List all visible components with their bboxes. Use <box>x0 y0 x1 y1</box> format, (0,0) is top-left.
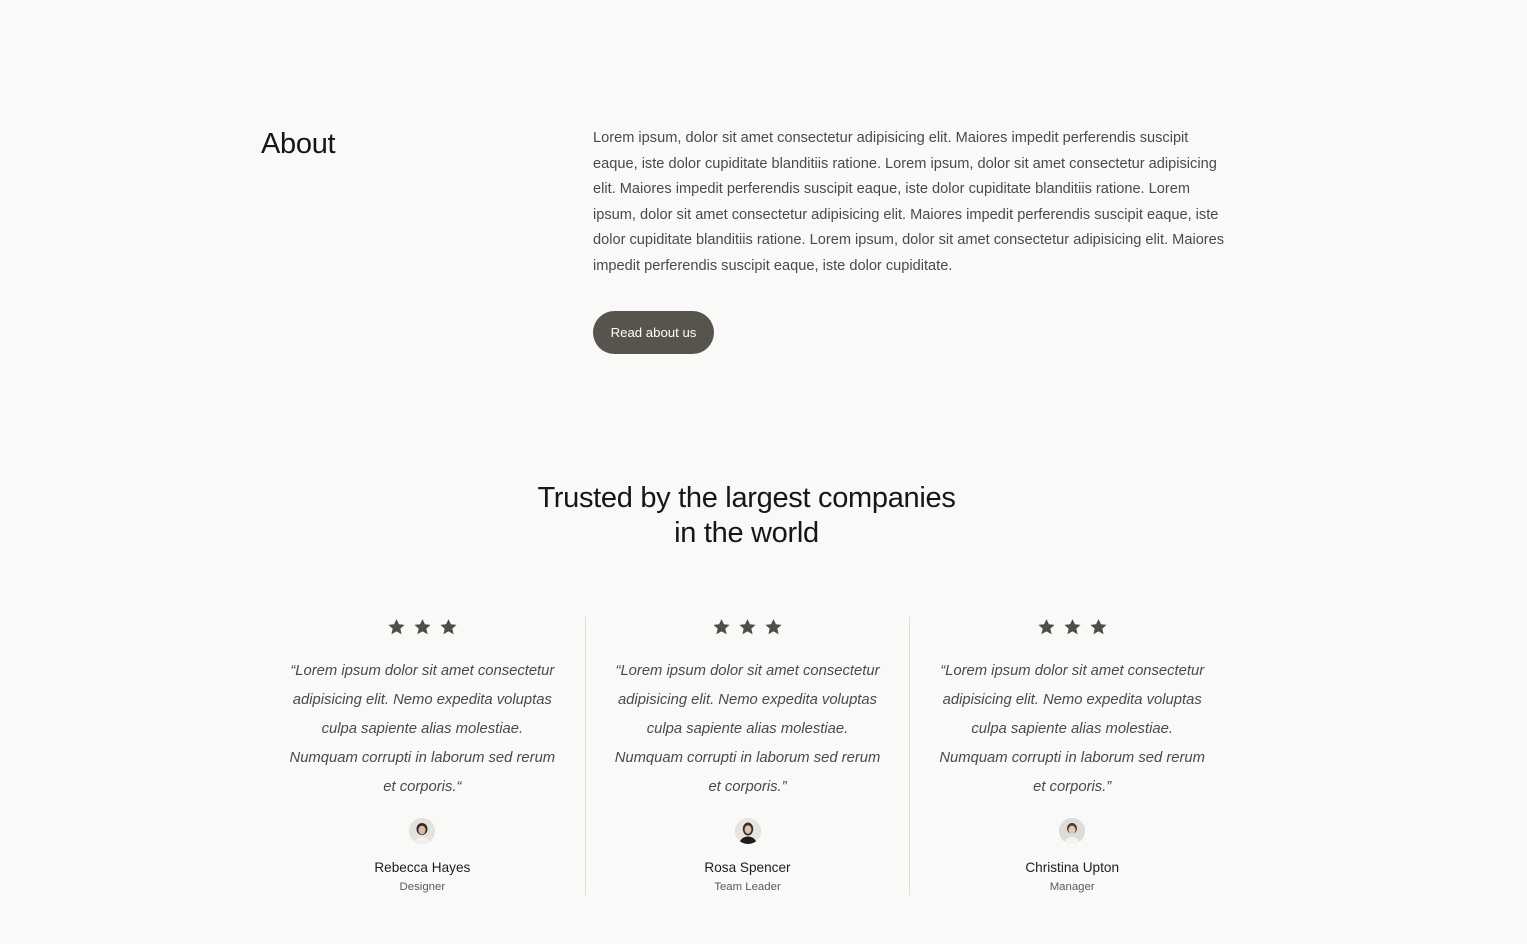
trusted-title-line-1: Trusted by the largest companies <box>537 482 956 514</box>
about-text: Lorem ipsum, dolor sit amet consectetur … <box>593 130 1225 274</box>
testimonials: “Lorem ipsum dolor sit amet consectetur … <box>260 617 1234 895</box>
testimonial-quote: “Lorem ipsum dolor sit amet consectetur … <box>289 663 556 795</box>
star-icon <box>765 619 782 635</box>
testimonial-name: Rosa Spencer <box>704 860 791 875</box>
testimonial-role: Manager <box>1049 881 1095 893</box>
star-icon <box>414 619 431 635</box>
star-rating <box>260 617 585 637</box>
avatar <box>734 818 761 844</box>
testimonial-card: “Lorem ipsum dolor sit amet consectetur … <box>260 617 585 895</box>
about-title: About <box>261 128 336 160</box>
avatar-icon <box>734 818 761 844</box>
trusted-title: Trusted by the largest companies in the … <box>0 481 1493 551</box>
testimonial-role: Team Leader <box>714 881 781 893</box>
star-icon <box>739 619 756 635</box>
testimonial-quote: “Lorem ipsum dolor sit amet consectetur … <box>939 663 1205 795</box>
star-icon <box>713 619 730 635</box>
trusted-title-line-2: in the world <box>674 517 819 549</box>
read-about-us-button[interactable]: Read about us <box>593 311 714 354</box>
star-icon <box>388 619 405 635</box>
testimonial-card: “Lorem ipsum dolor sit amet consectetur … <box>584 617 910 895</box>
star-rating <box>586 617 910 637</box>
testimonial-role: Designer <box>399 881 446 893</box>
avatar <box>409 818 436 844</box>
star-icon <box>1038 619 1055 635</box>
testimonial-name: Rebecca Hayes <box>374 860 471 875</box>
testimonial-name: Christina Upton <box>1025 860 1120 875</box>
testimonial-quote: “Lorem ipsum dolor sit amet consectetur … <box>614 663 881 795</box>
avatar <box>1059 818 1086 844</box>
testimonial-card: “Lorem ipsum dolor sit amet consectetur … <box>909 617 1234 895</box>
avatar-icon <box>1059 818 1086 844</box>
star-rating <box>910 617 1234 637</box>
avatar-icon <box>409 818 436 844</box>
star-icon <box>440 619 457 635</box>
star-icon <box>1064 619 1081 635</box>
star-icon <box>1090 619 1107 635</box>
